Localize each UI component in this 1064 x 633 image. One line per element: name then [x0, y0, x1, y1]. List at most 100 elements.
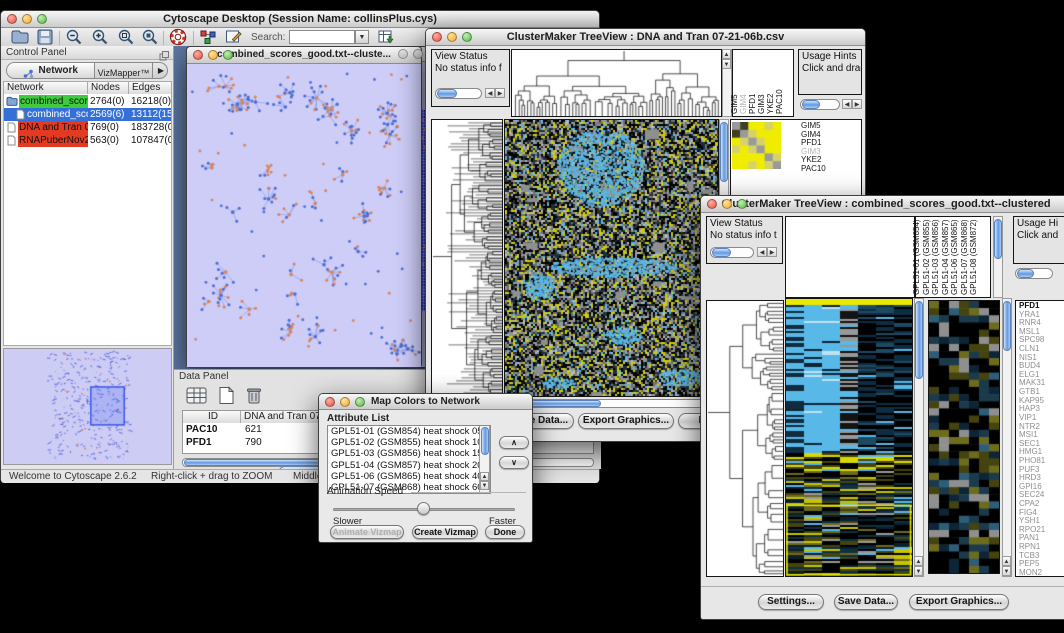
zoom-button[interactable]: [462, 32, 472, 42]
vscroll-thumb[interactable]: [994, 219, 1002, 259]
animate-vizmap-button[interactable]: Animate Vizmap: [330, 525, 404, 539]
table-view-icon[interactable]: [186, 386, 208, 410]
close-button[interactable]: [7, 14, 17, 24]
labels-vscrollbar[interactable]: [993, 216, 1003, 298]
scroll-left-button[interactable]: ◀: [842, 99, 852, 109]
view-status-scrollbar[interactable]: [435, 88, 482, 99]
zoom-heatmap[interactable]: [929, 301, 999, 573]
scroll-up-button[interactable]: ▲: [722, 49, 731, 59]
column-dendrogram-pane[interactable]: [785, 216, 915, 298]
gene-labels-list[interactable]: PFD1 YRA1 RNR4 MSL1 SPC98 CLN1 NIS1 BUD4…: [1015, 300, 1064, 577]
move-up-button[interactable]: ∧: [499, 436, 529, 449]
close-button[interactable]: [432, 32, 442, 42]
close-button[interactable]: [707, 199, 717, 209]
scroll-up-button[interactable]: ▲: [914, 556, 923, 566]
vscroll-thumb[interactable]: [1003, 301, 1011, 351]
done-button[interactable]: Done: [485, 525, 525, 539]
list-vscrollbar[interactable]: ▲ ▼: [479, 426, 490, 493]
minimize-button[interactable]: [447, 32, 457, 42]
network-row-dna-and-tran[interactable]: DNA and Tran 07 769(0) 183728(0): [4, 121, 171, 134]
column-header-nodes[interactable]: Nodes: [88, 82, 129, 94]
global-vscrollbar[interactable]: ▲ ▼: [914, 298, 924, 577]
scroll-down-button[interactable]: ▼: [722, 59, 731, 69]
column-label: GPL51-01 (GSM854): [912, 219, 921, 295]
network-canvas[interactable]: [187, 64, 421, 367]
close-button[interactable]: [325, 397, 335, 407]
column-dendrogram[interactable]: [512, 50, 721, 116]
move-down-button[interactable]: ∨: [499, 456, 529, 469]
scroll-down-button[interactable]: ▼: [1002, 566, 1011, 576]
attribute-item[interactable]: GPL51-03 (GSM856) heat shock 15 min: [328, 448, 490, 459]
tab-network[interactable]: Network: [7, 63, 95, 78]
scroll-up-button[interactable]: ▲: [1002, 556, 1011, 566]
close-button[interactable]: [398, 49, 408, 59]
attribute-list[interactable]: GPL51-01 (GSM854) heat shock 05 min GPL5…: [327, 425, 491, 494]
column-labels-pane[interactable]: GPL51-01 (GSM854) GPL51-02 (GSM855) GPL5…: [915, 216, 991, 298]
gene-label: MON2: [1019, 569, 1064, 577]
minimize-button[interactable]: [413, 49, 423, 59]
network-row-rnapubernov2[interactable]: RNAPuberNov2+ 563(0) 107847(0): [4, 134, 171, 147]
minimize-button[interactable]: [340, 397, 350, 407]
zoom-button[interactable]: [355, 397, 365, 407]
usage-hints-scrollbar[interactable]: [800, 99, 840, 110]
scroll-right-button[interactable]: ▶: [495, 88, 505, 98]
view-status-box: View Status No status info f ◀ ▶: [431, 49, 510, 107]
attribute-item[interactable]: GPL51-06 (GSM865) heat shock 40 min: [328, 471, 490, 482]
scroll-right-button[interactable]: ▶: [852, 99, 862, 109]
scroll-right-button[interactable]: ▶: [767, 247, 777, 257]
minimize-button[interactable]: [722, 199, 732, 209]
tab-vizmapper[interactable]: VizMapper™: [95, 63, 153, 78]
gene-label: PAN1: [1019, 534, 1064, 543]
view-status-scrollbar[interactable]: [710, 247, 754, 258]
export-graphics-button[interactable]: Export Graphics...: [909, 594, 1009, 610]
birdseye-view[interactable]: [4, 349, 171, 464]
vscroll-thumb[interactable]: [481, 427, 489, 455]
column-labels-pane[interactable]: GIM5 GIM4 PFD1 GIM3 YKE2 PAC10: [732, 49, 794, 117]
settings-button[interactable]: Settings...: [758, 594, 824, 610]
treeview1-title-bar[interactable]: ClusterMaker TreeView : DNA and Tran 07-…: [426, 29, 865, 46]
vscroll-thumb[interactable]: [915, 301, 923, 379]
create-vizmap-button[interactable]: Create Vizmap: [412, 525, 478, 539]
row-dendrogram[interactable]: [707, 301, 783, 576]
expression-heatmap[interactable]: [505, 120, 718, 396]
export-graphics-button[interactable]: Export Graphics...: [578, 413, 674, 429]
zoom-button[interactable]: [223, 50, 233, 60]
scroll-left-button[interactable]: ◀: [757, 247, 767, 257]
attribute-item[interactable]: GPL51-04 (GSM857) heat shock 20 min: [328, 460, 490, 471]
row-dendrogram[interactable]: [432, 120, 502, 396]
correlation-matrix[interactable]: [732, 122, 781, 169]
dialog-title-bar[interactable]: Map Colors to Network: [319, 394, 532, 410]
zoom-button[interactable]: [737, 199, 747, 209]
main-title-bar[interactable]: Cytoscape Desktop (Session Name: collins…: [1, 11, 599, 28]
new-attribute-icon[interactable]: [218, 386, 236, 410]
attribute-item[interactable]: GPL51-01 (GSM854) heat shock 05 min: [328, 426, 490, 437]
scroll-left-button[interactable]: ◀: [485, 88, 495, 98]
attribute-item[interactable]: GPL51-02 (GSM855) heat shock 10 min: [328, 437, 490, 448]
close-button[interactable]: [193, 50, 203, 60]
delete-attribute-trash-icon[interactable]: [244, 386, 264, 410]
speed-slider-thumb[interactable]: [417, 502, 430, 515]
scroll-up-button[interactable]: ▲: [480, 472, 489, 481]
heatmap-hscrollbar[interactable]: [504, 399, 719, 408]
minimize-button[interactable]: [208, 50, 218, 60]
network-row-combined-scores[interactable]: combined_scores 2764(0) 16218(0): [4, 95, 171, 108]
usage-hints-scrollbar[interactable]: [1015, 268, 1053, 279]
tabs-overflow-button[interactable]: ▶: [153, 63, 168, 78]
zoom-button[interactable]: [37, 14, 47, 24]
treeview2-title-bar[interactable]: ClusterMaker TreeView : combined_scores_…: [701, 196, 1064, 213]
column-header-edges[interactable]: Edges: [129, 82, 171, 94]
network-nodes: 769(0): [90, 121, 129, 134]
network-row-combined-sco-selected[interactable]: combined_sco 2569(6) 13112(15): [4, 108, 171, 121]
save-data-button[interactable]: Save Data...: [834, 594, 898, 610]
data-column-id[interactable]: ID: [183, 411, 241, 423]
search-input[interactable]: [289, 30, 355, 44]
scroll-down-button[interactable]: ▼: [480, 481, 489, 490]
zoom-vscrollbar[interactable]: ▲ ▼: [1002, 298, 1012, 577]
minimize-button[interactable]: [22, 14, 32, 24]
scroll-down-button[interactable]: ▼: [914, 566, 923, 576]
gene-label: YSH1: [1019, 517, 1064, 526]
vscroll-thumb[interactable]: [720, 122, 728, 182]
column-header-network[interactable]: Network: [4, 82, 88, 94]
search-dropdown-button[interactable]: ▼: [355, 30, 369, 44]
global-heatmap[interactable]: [786, 299, 912, 576]
